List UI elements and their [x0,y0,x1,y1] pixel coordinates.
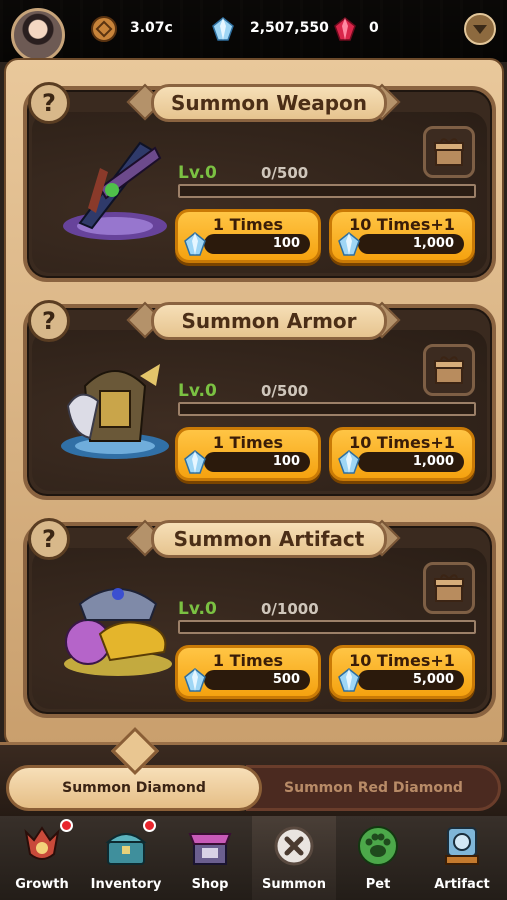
red-diamond-amount: 0 [369,20,379,36]
gift-box-icon [434,574,464,602]
button-cost: 1,000 [358,234,464,254]
diamond-icon [212,17,234,41]
summon-artifact-title: Summon Artifact [151,520,387,558]
close-icon [274,826,314,866]
weapon-illustration [63,141,167,240]
helmet-icon [24,826,60,860]
armor-summon-10-button[interactable]: 10 Times+1 1,000 [329,427,475,481]
nav-artifact[interactable]: Artifact [420,816,504,900]
artifact-illustration [64,588,172,676]
armor-level: Lv.0 [178,381,217,401]
gold-amount: 3.07c [130,20,173,36]
summon-panel: ? ? ? Summon Weapon Summon Armor Summon … [4,58,504,748]
nav-label: Artifact [434,877,490,892]
player-avatar[interactable] [11,8,65,62]
weapon-summon-10-button[interactable]: 10 Times+1 1,000 [329,209,475,263]
summon-weapon-title: Summon Weapon [151,84,387,122]
button-cost: 100 [204,452,310,472]
notification-dot [143,819,156,832]
weapon-summon-1-button[interactable]: 1 Times 100 [175,209,321,263]
gift-box-icon [434,138,464,166]
weapon-level: Lv.0 [178,163,217,183]
armor-progress-bar [178,402,476,416]
gold-coin-icon [91,16,117,42]
artifact-progress-text: 0/1000 [261,600,319,618]
button-cost: 500 [204,670,310,690]
diamond-icon [184,450,206,474]
paw-icon [358,826,398,866]
weapon-progress-text: 0/500 [261,164,309,182]
diamond-icon [338,232,360,256]
nav-label: Growth [15,877,69,892]
red-diamond-icon [334,17,356,41]
top-bar: 3.07c 2,507,550 0 [0,0,507,62]
weapon-help-button[interactable]: ? [28,82,70,124]
weapon-progress-bar [178,184,476,198]
currency-tabs: Summon Red Diamond Summon Diamond [0,742,507,816]
nav-label: Summon [262,877,326,892]
diamond-icon [338,450,360,474]
tab-summon-red-diamond[interactable]: Summon Red Diamond [246,765,501,811]
artifact-icon [445,827,479,865]
nav-label: Shop [191,877,229,892]
armor-progress-text: 0/500 [261,382,309,400]
chest-icon [105,833,147,865]
button-cost: 5,000 [358,670,464,690]
armor-help-button[interactable]: ? [28,300,70,342]
nav-label: Inventory [90,877,162,892]
armor-rates-button[interactable] [423,344,475,396]
nav-summon[interactable]: Summon [252,816,336,900]
diamond-icon [184,668,206,692]
notification-dot [60,819,73,832]
artifact-level: Lv.0 [178,599,217,619]
nav-pet[interactable]: Pet [336,816,420,900]
button-cost: 1,000 [358,452,464,472]
diamond-icon [338,668,360,692]
armor-illustration [61,364,169,459]
artifact-summon-10-button[interactable]: 10 Times+1 5,000 [329,645,475,699]
nav-label: Pet [365,877,391,892]
gift-box-icon [434,356,464,384]
artifact-rates-button[interactable] [423,562,475,614]
weapon-rates-button[interactable] [423,126,475,178]
diamond-icon [184,232,206,256]
shop-icon [188,833,232,865]
diamond-amount: 2,507,550 [250,20,329,36]
artifact-progress-bar [178,620,476,634]
nav-shop[interactable]: Shop [168,816,252,900]
armor-summon-1-button[interactable]: 1 Times 100 [175,427,321,481]
button-cost: 100 [204,234,310,254]
bottom-nav: Growth Inventory Shop Summon Pet Artifac… [0,816,507,900]
artifact-summon-1-button[interactable]: 1 Times 500 [175,645,321,699]
dropdown-menu-button[interactable] [464,13,496,45]
nav-growth[interactable]: Growth [0,816,84,900]
nav-inventory[interactable]: Inventory [84,816,168,900]
summon-armor-title: Summon Armor [151,302,387,340]
artifact-help-button[interactable]: ? [28,518,70,560]
